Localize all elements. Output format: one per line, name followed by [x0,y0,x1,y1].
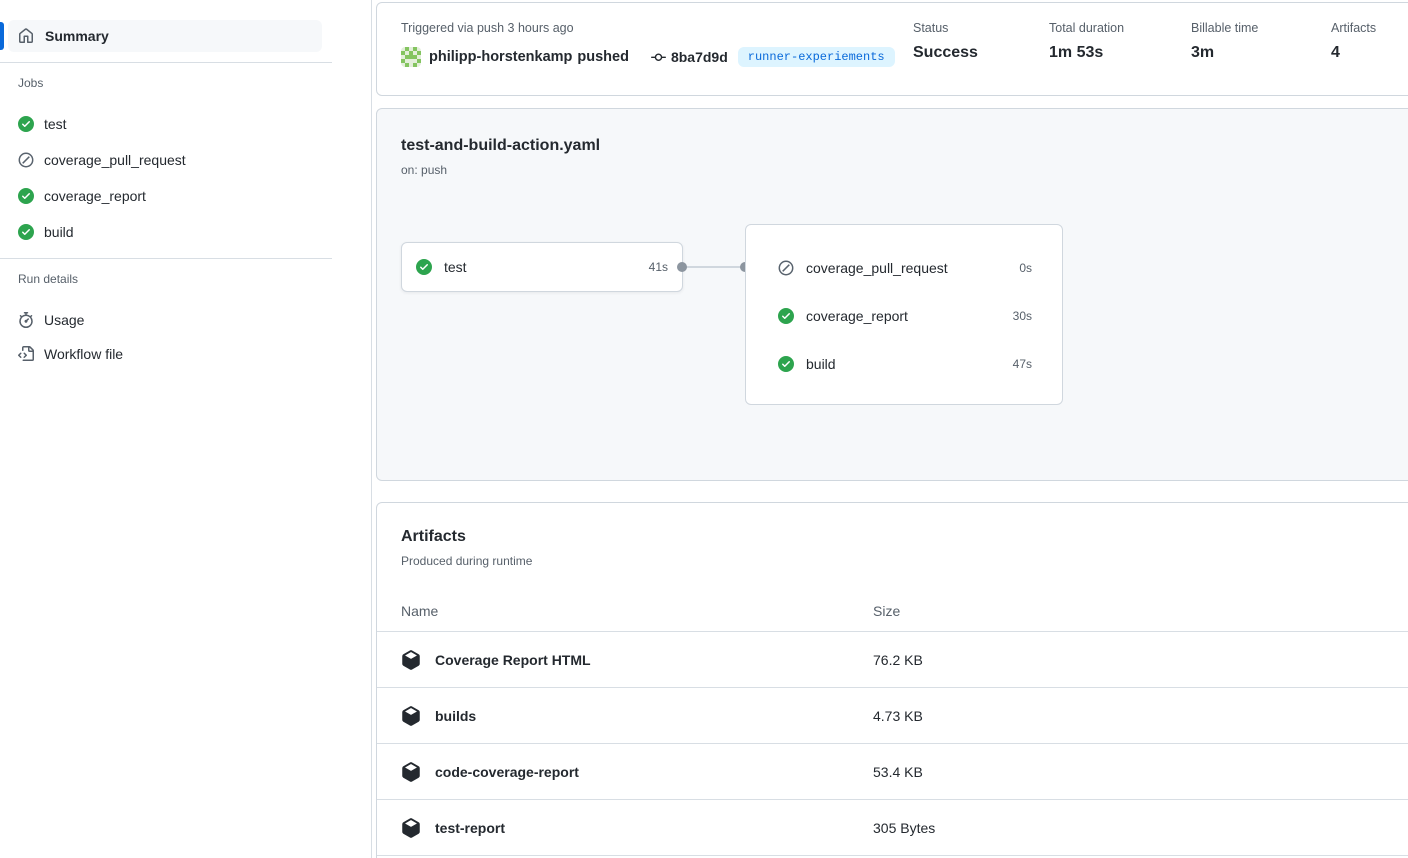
graph-node-label: test [444,259,467,275]
artifacts-card: Artifacts Produced during runtime Name S… [376,502,1408,858]
selected-item-accent-bar [0,22,4,50]
check-circle-icon [18,116,34,132]
stat-label: Artifacts [1331,21,1376,35]
stat-billable-time: Billable time 3m [1191,21,1258,62]
check-circle-icon [18,188,34,204]
actor-row: philipp-horstenkamp pushed 8ba7d9d runne… [401,47,895,67]
graph-node-duration: 47s [1013,357,1032,371]
home-icon [18,28,34,44]
artifacts-subtitle: Produced during runtime [401,554,532,568]
stat-label: Billable time [1191,21,1258,35]
sidebar-job-build[interactable]: build [18,222,74,242]
column-header-name: Name [401,603,438,619]
stat-status: Status Success [913,21,978,62]
artifact-row: code-coverage-report 53.4 KB [377,744,1408,800]
branch-badge[interactable]: runner-experiements [738,47,895,67]
sidebar-job-label: build [44,224,74,240]
sidebar-job-label: coverage_report [44,188,146,204]
identicon [401,47,421,67]
sidebar-summary-label: Summary [45,28,109,44]
graph-node-label: coverage_pull_request [806,260,948,276]
graph-node-coverage-pull-request[interactable]: coverage_pull_request 0s [778,244,1032,292]
artifact-size: 4.73 KB [873,708,923,724]
skip-circle-icon [18,152,34,168]
graph-node-coverage-report[interactable]: coverage_report 30s [778,292,1032,340]
sidebar-item-usage[interactable]: Usage [18,310,84,330]
check-circle-icon [416,259,432,275]
sidebar-job-label: coverage_pull_request [44,152,186,168]
sidebar-item-workflow-file[interactable]: Workflow file [18,344,123,364]
package-icon [401,706,421,726]
graph-node-duration: 41s [649,260,668,274]
artifact-size: 53.4 KB [873,764,923,780]
package-icon [401,818,421,838]
actor-action: pushed [577,49,629,65]
artifact-size: 76.2 KB [873,652,923,668]
stat-artifacts: Artifacts 4 [1331,21,1376,62]
workflow-graph-card: test-and-build-action.yaml on: push test… [376,108,1408,481]
stopwatch-icon [18,312,34,328]
commit-link[interactable]: 8ba7d9d [651,49,728,65]
graph-connector-line [683,266,745,268]
check-circle-icon [778,308,794,324]
artifacts-table-header: Name Size [377,591,1408,632]
sidebar-workflow-file-label: Workflow file [44,346,123,362]
stat-value: 4 [1331,44,1376,62]
actor-name[interactable]: philipp-horstenkamp [429,49,572,65]
stat-value: 1m 53s [1049,44,1124,62]
graph-node-label: build [806,356,836,372]
workflow-file-name: test-and-build-action.yaml [401,137,600,155]
avatar[interactable] [401,47,421,67]
package-icon [401,762,421,782]
jobs-section-label: Jobs [18,76,43,90]
sidebar-divider [0,258,332,259]
sidebar-content-divider [371,0,372,858]
stat-label: Total duration [1049,21,1124,35]
column-header-size: Size [873,603,900,619]
graph-dependent-jobs-group: coverage_pull_request 0s coverage_report… [745,224,1063,405]
sidebar-job-coverage-pull-request[interactable]: coverage_pull_request [18,150,186,170]
run-details-section-label: Run details [18,272,78,286]
sidebar-item-summary[interactable]: Summary [8,20,322,52]
graph-node-duration: 30s [1013,309,1032,323]
sidebar-job-test[interactable]: test [18,114,67,134]
graph-connector-dot [677,262,687,272]
check-circle-icon [18,224,34,240]
artifact-name-link[interactable]: test-report [435,820,505,836]
stat-value: Success [913,44,978,62]
commit-sha: 8ba7d9d [671,49,728,65]
artifact-name-link[interactable]: Coverage Report HTML [435,652,591,668]
graph-node-build[interactable]: build 47s [778,340,1032,388]
package-icon [401,650,421,670]
graph-node-test[interactable]: test 41s [401,242,683,292]
file-code-icon [18,346,34,362]
run-header-card: Triggered via push 3 hours ago philipp-h… [376,2,1408,96]
workflow-trigger: on: push [401,163,447,177]
sidebar-job-label: test [44,116,67,132]
triggered-text: Triggered via push 3 hours ago [401,21,574,35]
stat-total-duration: Total duration 1m 53s [1049,21,1124,62]
artifact-row: builds 4.73 KB [377,688,1408,744]
artifact-size: 305 Bytes [873,820,935,836]
check-circle-icon [778,356,794,372]
graph-node-label: coverage_report [806,308,908,324]
sidebar-divider [0,62,332,63]
stat-value: 3m [1191,44,1258,62]
graph-node-duration: 0s [1019,261,1032,275]
sidebar-usage-label: Usage [44,312,84,328]
artifact-name-link[interactable]: code-coverage-report [435,764,579,780]
artifact-name-link[interactable]: builds [435,708,476,724]
artifact-row: Coverage Report HTML 76.2 KB [377,632,1408,688]
artifact-row: test-report 305 Bytes [377,800,1408,856]
workflow-run-summary-page: Summary Jobs test coverage_pull_request … [0,0,1408,858]
artifacts-title: Artifacts [401,528,466,546]
git-commit-icon [651,50,666,65]
sidebar-job-coverage-report[interactable]: coverage_report [18,186,146,206]
stat-label: Status [913,21,978,35]
skip-circle-icon [778,260,794,276]
artifacts-table: Coverage Report HTML 76.2 KB builds 4.73… [377,632,1408,856]
